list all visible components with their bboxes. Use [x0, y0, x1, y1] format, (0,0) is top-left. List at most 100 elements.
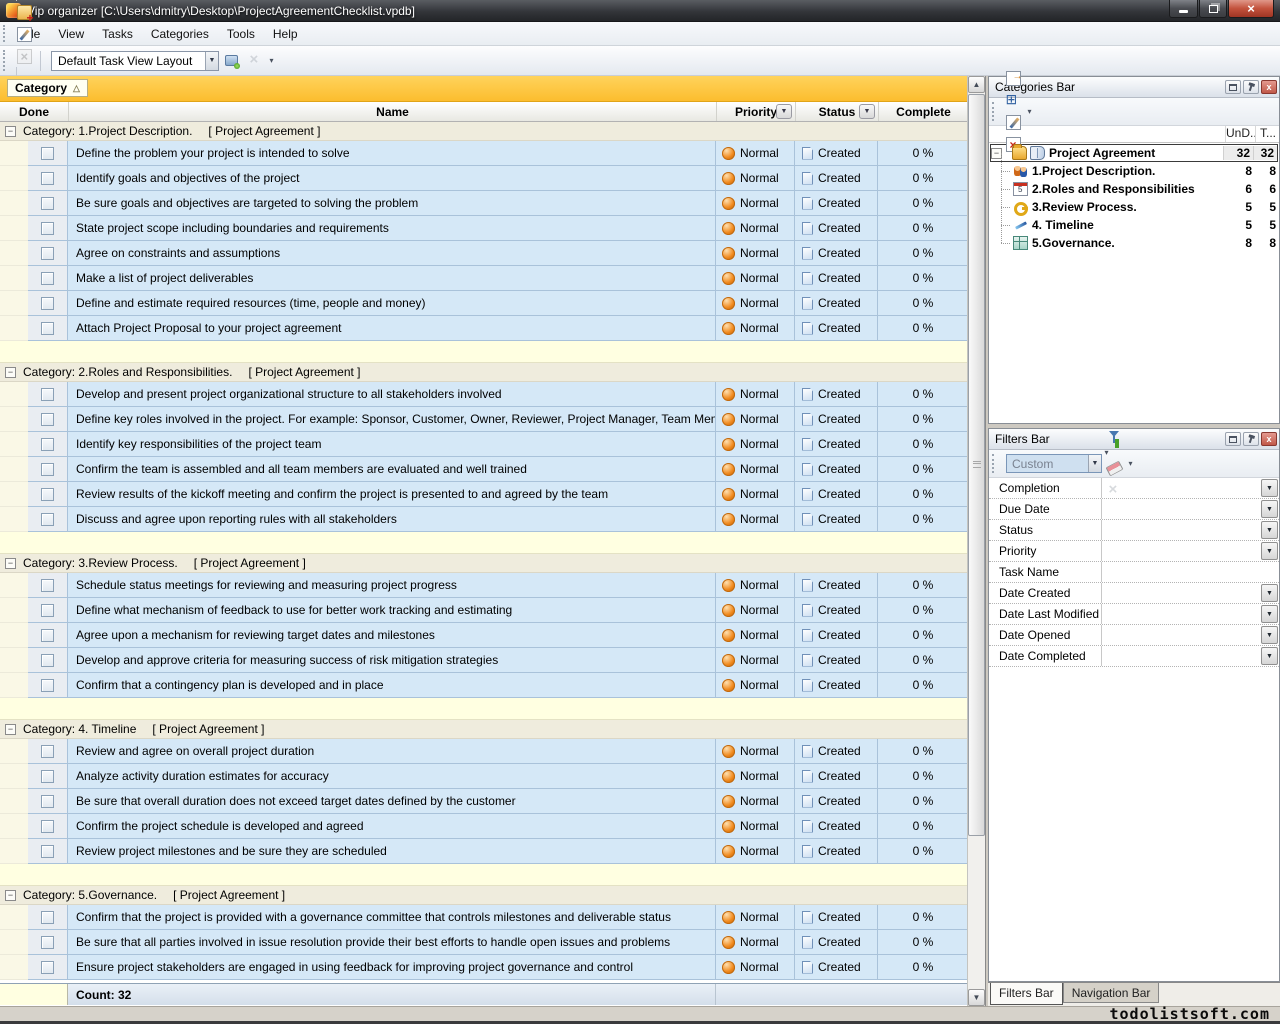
- done-checkbox[interactable]: [41, 172, 54, 185]
- status-filter-button[interactable]: ▼: [859, 104, 875, 119]
- panel-pin-button[interactable]: [1243, 80, 1259, 94]
- task-row[interactable]: Be sure that overall duration does not e…: [0, 789, 968, 814]
- task-row[interactable]: Identify key responsibilities of the pro…: [0, 432, 968, 457]
- done-checkbox[interactable]: [41, 438, 54, 451]
- done-checkbox[interactable]: [41, 911, 54, 924]
- category-group-row[interactable]: −Category: 3.Review Process.[ Project Ag…: [0, 554, 968, 573]
- done-checkbox[interactable]: [41, 322, 54, 335]
- scroll-up-button[interactable]: ▲: [968, 76, 985, 93]
- column-header-name[interactable]: Name: [68, 102, 716, 121]
- maximize-button[interactable]: [1199, 0, 1227, 18]
- chevron-down-icon[interactable]: ▼: [1088, 455, 1101, 472]
- tab-filters-bar[interactable]: Filters Bar: [990, 983, 1063, 1005]
- done-checkbox[interactable]: [41, 222, 54, 235]
- task-view-layout-combo[interactable]: Default Task View Layout ▼: [51, 51, 219, 71]
- done-checkbox[interactable]: [41, 745, 54, 758]
- menu-help[interactable]: Help: [264, 24, 307, 44]
- task-row[interactable]: Define the problem your project is inten…: [0, 141, 968, 166]
- column-header-status[interactable]: Status ▼: [795, 102, 878, 121]
- filter-value-field[interactable]: ▼: [1101, 646, 1279, 666]
- menu-tasks[interactable]: Tasks: [93, 24, 142, 44]
- done-checkbox[interactable]: [41, 604, 54, 617]
- category-group-row[interactable]: −Category: 1.Project Description.[ Proje…: [0, 122, 968, 141]
- done-checkbox[interactable]: [41, 513, 54, 526]
- collapse-icon[interactable]: −: [5, 724, 16, 735]
- chevron-down-icon[interactable]: ▼: [1261, 521, 1278, 539]
- category-group-row[interactable]: −Category: 4. Timeline[ Project Agreemen…: [0, 720, 968, 739]
- new-task-button[interactable]: [13, 1, 35, 23]
- done-checkbox[interactable]: [41, 629, 54, 642]
- done-checkbox[interactable]: [41, 272, 54, 285]
- task-row[interactable]: Confirm that the project is provided wit…: [0, 905, 968, 930]
- task-row[interactable]: Review and agree on overall project dura…: [0, 739, 968, 764]
- task-row[interactable]: Be sure goals and objectives are targete…: [0, 191, 968, 216]
- done-checkbox[interactable]: [41, 579, 54, 592]
- done-checkbox[interactable]: [41, 388, 54, 401]
- categories-toolbar-overflow-arrow[interactable]: ▾: [1025, 107, 1034, 116]
- filter-value-field[interactable]: ▼: [1101, 604, 1279, 624]
- panel-restore-button[interactable]: [1225, 432, 1241, 446]
- task-row[interactable]: Analyze activity duration estimates for …: [0, 764, 968, 789]
- scroll-down-button[interactable]: ▼: [968, 989, 985, 1006]
- minimize-button[interactable]: [1169, 0, 1198, 18]
- task-row[interactable]: Review project milestones and be sure th…: [0, 839, 968, 864]
- apply-filter-button[interactable]: [1103, 426, 1125, 448]
- done-checkbox[interactable]: [41, 488, 54, 501]
- done-checkbox[interactable]: [41, 961, 54, 974]
- task-row[interactable]: Identify goals and objectives of the pro…: [0, 166, 968, 191]
- task-row[interactable]: Agree on constraints and assumptionsNorm…: [0, 241, 968, 266]
- done-checkbox[interactable]: [41, 654, 54, 667]
- filter-value-field[interactable]: ▼: [1101, 499, 1279, 519]
- new-subcategory-button[interactable]: [1002, 90, 1024, 112]
- tree-item[interactable]: 2.Roles and Responsibilities66: [989, 180, 1279, 198]
- column-header-done[interactable]: Done: [0, 102, 68, 121]
- chevron-down-icon[interactable]: ▼: [1261, 605, 1278, 623]
- panel-restore-button[interactable]: [1225, 80, 1241, 94]
- chevron-down-icon[interactable]: ▼: [1261, 500, 1278, 518]
- done-checkbox[interactable]: [41, 247, 54, 260]
- task-row[interactable]: Confirm that a contingency plan is devel…: [0, 673, 968, 698]
- new-category-button[interactable]: [1002, 68, 1024, 90]
- tree-item[interactable]: 1.Project Description.88: [989, 162, 1279, 180]
- collapse-icon[interactable]: −: [5, 558, 16, 569]
- task-row[interactable]: Confirm the project schedule is develope…: [0, 814, 968, 839]
- column-header-complete[interactable]: Complete: [878, 102, 968, 121]
- task-row[interactable]: Confirm the team is assembled and all te…: [0, 457, 968, 482]
- task-row[interactable]: Review results of the kickoff meeting an…: [0, 482, 968, 507]
- filter-value-field[interactable]: ▼: [1101, 541, 1279, 561]
- filters-toolbar-overflow-arrow[interactable]: ▾: [1126, 459, 1135, 468]
- chevron-down-icon[interactable]: ▼: [1261, 542, 1278, 560]
- task-row[interactable]: Discuss and agree upon reporting rules w…: [0, 507, 968, 532]
- tree-item[interactable]: 4. Timeline55: [989, 216, 1279, 234]
- undone-column-header[interactable]: UnD...: [1225, 126, 1255, 142]
- tree-item-project-agreement[interactable]: − Project Agreement 32 32: [990, 144, 1278, 162]
- task-row[interactable]: Define key roles involved in the project…: [0, 407, 968, 432]
- chevron-down-icon[interactable]: ▼: [1261, 584, 1278, 602]
- priority-filter-button[interactable]: ▼: [776, 104, 792, 119]
- delete-layout-button[interactable]: [244, 50, 266, 72]
- tree-item[interactable]: 3.Review Process.55: [989, 198, 1279, 216]
- category-group-row[interactable]: −Category: 2.Roles and Responsibilities.…: [0, 363, 968, 382]
- chevron-down-icon[interactable]: ▼: [1261, 479, 1278, 497]
- done-checkbox[interactable]: [41, 770, 54, 783]
- total-column-header[interactable]: T...: [1255, 126, 1279, 142]
- done-checkbox[interactable]: [41, 795, 54, 808]
- apply-layout-button[interactable]: [220, 50, 242, 72]
- edit-task-button[interactable]: [13, 23, 35, 45]
- tab-navigation-bar[interactable]: Navigation Bar: [1063, 983, 1160, 1003]
- filter-value-field[interactable]: ▼: [1101, 478, 1279, 498]
- delete-task-button[interactable]: [13, 45, 35, 67]
- task-row[interactable]: Ensure project stakeholders are engaged …: [0, 955, 968, 980]
- filter-value-field[interactable]: ▼: [1101, 625, 1279, 645]
- scrollbar-thumb[interactable]: [968, 94, 985, 836]
- task-row[interactable]: Agree upon a mechanism for reviewing tar…: [0, 623, 968, 648]
- chevron-down-icon[interactable]: ▼: [1261, 647, 1278, 665]
- clear-filter-button[interactable]: [1103, 457, 1125, 479]
- task-row[interactable]: Be sure that all parties involved in iss…: [0, 930, 968, 955]
- panel-pin-button[interactable]: [1243, 432, 1259, 446]
- done-checkbox[interactable]: [41, 463, 54, 476]
- tree-item[interactable]: 5.Governance.88: [989, 234, 1279, 252]
- menu-tools[interactable]: Tools: [218, 24, 264, 44]
- filter-preset-combo[interactable]: Custom ▼: [1006, 454, 1102, 473]
- toolbar-overflow-arrow[interactable]: ▾: [267, 56, 276, 65]
